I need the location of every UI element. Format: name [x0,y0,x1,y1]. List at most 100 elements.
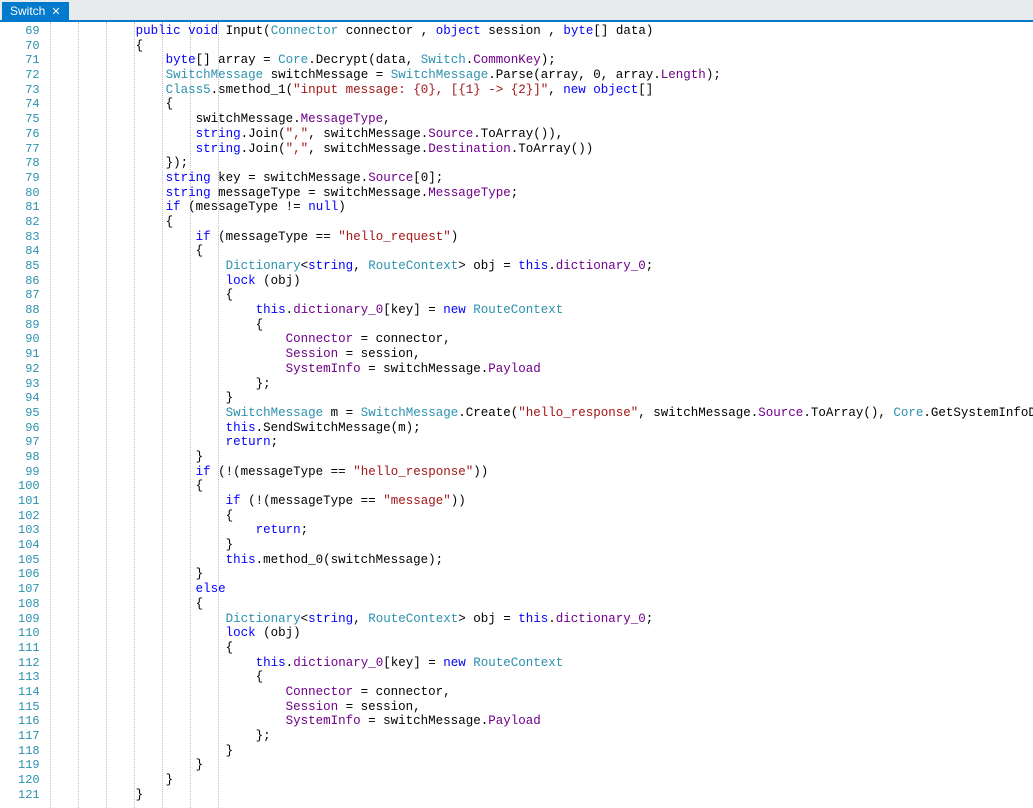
line-number: 77 [18,142,40,157]
code-line[interactable]: if (messageType == "hello_request") [46,230,1033,245]
code-line[interactable]: { [46,670,1033,685]
code-line[interactable]: { [46,288,1033,303]
code-line[interactable]: { [46,597,1033,612]
line-number: 86 [18,274,40,289]
code-line[interactable]: Session = session, [46,700,1033,715]
code-line[interactable]: Session = session, [46,347,1033,362]
line-number: 103 [18,523,40,538]
tab-title: Switch [10,4,45,18]
code-line[interactable]: lock (obj) [46,626,1033,641]
line-number: 83 [18,230,40,245]
code-content[interactable]: public void Input(Connector connector , … [46,24,1033,802]
code-line[interactable]: this.dictionary_0[key] = new RouteContex… [46,303,1033,318]
line-number: 106 [18,567,40,582]
line-number: 75 [18,112,40,127]
code-line[interactable]: { [46,509,1033,524]
code-line[interactable]: }; [46,377,1033,392]
code-line[interactable]: Connector = connector, [46,685,1033,700]
line-number: 76 [18,127,40,142]
code-line[interactable]: } [46,567,1033,582]
line-number: 119 [18,758,40,773]
line-number: 118 [18,744,40,759]
code-line[interactable]: { [46,641,1033,656]
code-line[interactable]: Connector = connector, [46,332,1033,347]
code-line[interactable]: Class5.smethod_1("input message: {0}, [{… [46,83,1033,98]
code-line[interactable]: public void Input(Connector connector , … [46,24,1033,39]
code-line[interactable]: } [46,538,1033,553]
line-number: 79 [18,171,40,186]
code-line[interactable]: lock (obj) [46,274,1033,289]
code-line[interactable]: Dictionary<string, RouteContext> obj = t… [46,259,1033,274]
code-line[interactable]: { [46,39,1033,54]
line-number: 85 [18,259,40,274]
code-line[interactable]: return; [46,435,1033,450]
line-number: 105 [18,553,40,568]
code-line[interactable]: switchMessage.MessageType, [46,112,1033,127]
line-number: 109 [18,612,40,627]
code-line[interactable]: } [46,788,1033,803]
code-line[interactable]: } [46,758,1033,773]
code-line[interactable]: this.method_0(switchMessage); [46,553,1033,568]
code-line[interactable]: this.SendSwitchMessage(m); [46,421,1033,436]
line-number: 100 [18,479,40,494]
line-number: 82 [18,215,40,230]
line-number: 71 [18,53,40,68]
code-line[interactable]: { [46,244,1033,259]
code-line[interactable]: SwitchMessage switchMessage = SwitchMess… [46,68,1033,83]
close-icon[interactable]: ✕ [51,5,60,18]
line-number: 94 [18,391,40,406]
line-number: 73 [18,83,40,98]
code-line[interactable]: string.Join(",", switchMessage.Source.To… [46,127,1033,142]
code-line[interactable]: }; [46,729,1033,744]
line-number: 95 [18,406,40,421]
line-number: 90 [18,332,40,347]
code-area[interactable]: public void Input(Connector connector , … [46,22,1033,808]
code-line[interactable]: } [46,773,1033,788]
code-line[interactable]: if (!(messageType == "message")) [46,494,1033,509]
line-number: 92 [18,362,40,377]
tab-switch[interactable]: Switch ✕ [2,2,69,20]
code-line[interactable]: if (!(messageType == "hello_response")) [46,465,1033,480]
line-number: 87 [18,288,40,303]
code-line[interactable]: SystemInfo = switchMessage.Payload [46,362,1033,377]
line-number: 80 [18,186,40,201]
line-number: 101 [18,494,40,509]
line-number: 84 [18,244,40,259]
code-line[interactable]: return; [46,523,1033,538]
line-number: 104 [18,538,40,553]
line-number: 113 [18,670,40,685]
code-line[interactable]: SwitchMessage m = SwitchMessage.Create("… [46,406,1033,421]
line-number: 74 [18,97,40,112]
code-line[interactable]: string key = switchMessage.Source[0]; [46,171,1033,186]
code-line[interactable]: { [46,215,1033,230]
code-line[interactable]: { [46,318,1033,333]
line-number: 78 [18,156,40,171]
code-line[interactable]: } [46,391,1033,406]
code-line[interactable]: else [46,582,1033,597]
code-line[interactable]: { [46,479,1033,494]
line-number: 93 [18,377,40,392]
code-line[interactable]: } [46,744,1033,759]
code-editor[interactable]: 6970717273747576777879808182838485868788… [0,22,1033,808]
code-line[interactable]: SystemInfo = switchMessage.Payload [46,714,1033,729]
code-line[interactable]: }); [46,156,1033,171]
code-line[interactable]: } [46,450,1033,465]
line-number: 72 [18,68,40,83]
line-number: 107 [18,582,40,597]
code-line[interactable]: this.dictionary_0[key] = new RouteContex… [46,656,1033,671]
line-number: 102 [18,509,40,524]
line-number: 112 [18,656,40,671]
code-line[interactable]: string messageType = switchMessage.Messa… [46,186,1033,201]
code-line[interactable]: { [46,97,1033,112]
line-number: 89 [18,318,40,333]
code-line[interactable]: string.Join(",", switchMessage.Destinati… [46,142,1033,157]
code-line[interactable]: if (messageType != null) [46,200,1033,215]
line-number: 121 [18,788,40,803]
line-number: 91 [18,347,40,362]
line-number: 117 [18,729,40,744]
line-number: 120 [18,773,40,788]
line-number: 99 [18,465,40,480]
code-line[interactable]: byte[] array = Core.Decrypt(data, Switch… [46,53,1033,68]
line-number: 115 [18,700,40,715]
code-line[interactable]: Dictionary<string, RouteContext> obj = t… [46,612,1033,627]
